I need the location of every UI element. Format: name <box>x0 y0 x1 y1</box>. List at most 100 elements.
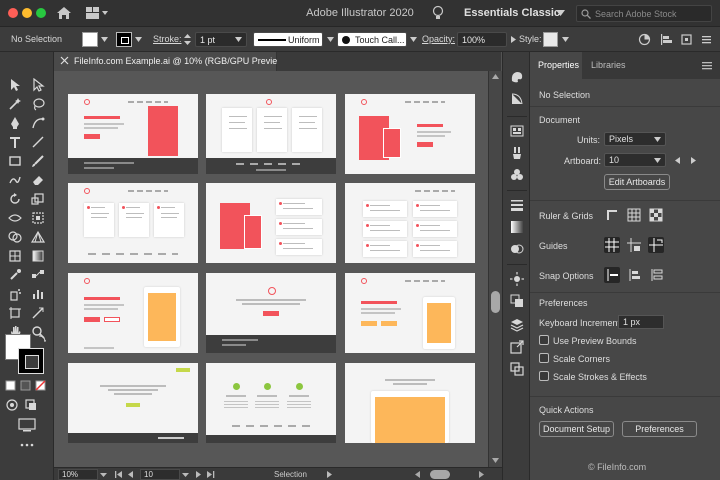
selection-tool-icon[interactable] <box>8 78 22 92</box>
brushes-panel-icon[interactable] <box>510 146 524 160</box>
width-tool-icon[interactable] <box>8 211 22 225</box>
export-icon[interactable] <box>510 340 524 354</box>
chevron-down-icon[interactable] <box>556 9 565 17</box>
previous-artboard-icon[interactable] <box>126 470 135 479</box>
document-setup-button[interactable]: Document Setup <box>539 421 614 437</box>
eyedropper-tool-icon[interactable] <box>8 268 22 282</box>
close-icon[interactable] <box>60 56 69 65</box>
color-mode-icon[interactable] <box>5 380 16 391</box>
artboard-6[interactable] <box>345 183 475 263</box>
shape-builder-tool-icon[interactable] <box>8 230 22 244</box>
eraser-tool-icon[interactable] <box>31 173 45 187</box>
artboards-panel-icon[interactable] <box>510 362 524 376</box>
panel-menu-icon[interactable] <box>700 33 713 46</box>
shaper-tool-icon[interactable] <box>8 173 22 187</box>
units-dropdown[interactable]: Pixels <box>604 132 666 146</box>
gradient-tool-icon[interactable] <box>31 249 45 263</box>
stock-search-input[interactable] <box>595 7 709 20</box>
chevron-down-icon[interactable] <box>562 37 569 42</box>
symbols-panel-icon[interactable] <box>510 168 524 182</box>
scroll-down-icon[interactable] <box>491 457 500 464</box>
scale-strokes-effects-checkbox[interactable] <box>539 371 549 381</box>
lasso-tool-icon[interactable] <box>31 97 45 111</box>
smart-guides-icon[interactable] <box>648 237 664 253</box>
graphic-styles-icon[interactable] <box>510 294 524 308</box>
grid-icon[interactable] <box>626 207 642 223</box>
artboard-4[interactable] <box>68 183 198 263</box>
zoom-level-field[interactable]: 10% <box>58 469 98 480</box>
symbol-sprayer-tool-icon[interactable] <box>8 287 22 301</box>
snap-to-grid-icon[interactable] <box>648 267 664 283</box>
recolor-artwork-icon[interactable] <box>638 33 651 46</box>
artboard-2[interactable] <box>206 94 336 174</box>
edit-artboards-button[interactable]: Edit Artboards <box>604 174 670 190</box>
stroke-panel-icon[interactable] <box>510 198 524 212</box>
lock-guides-icon[interactable] <box>626 237 642 253</box>
gradient-panel-icon[interactable] <box>510 220 524 234</box>
artboard-dropdown[interactable]: 10 <box>604 153 666 167</box>
tab-libraries[interactable]: Libraries <box>591 60 626 70</box>
magic-wand-tool-icon[interactable] <box>8 97 22 111</box>
horizontal-scrollbar-thumb[interactable] <box>430 470 450 479</box>
appearance-panel-icon[interactable] <box>510 272 524 286</box>
scale-tool-icon[interactable] <box>31 192 45 206</box>
variable-width-profile[interactable]: Uniform <box>253 32 323 47</box>
chevron-right-icon[interactable] <box>326 470 333 479</box>
chevron-down-icon[interactable] <box>182 470 189 479</box>
screen-mode-icon[interactable] <box>17 418 37 432</box>
tab-properties[interactable]: Properties <box>538 60 579 70</box>
last-artboard-icon[interactable] <box>206 470 215 479</box>
lightbulb-icon[interactable] <box>432 5 444 21</box>
snap-to-pixel-icon[interactable] <box>626 267 642 283</box>
draw-normal-icon[interactable] <box>5 398 19 412</box>
scale-corners-checkbox[interactable] <box>539 353 549 363</box>
snap-to-point-icon[interactable] <box>604 267 620 283</box>
blend-tool-icon[interactable] <box>31 268 45 282</box>
chevron-down-icon[interactable] <box>327 37 334 42</box>
chevron-down-icon[interactable] <box>101 37 108 42</box>
chevron-down-icon[interactable] <box>135 37 142 42</box>
free-transform-tool-icon[interactable] <box>31 211 45 225</box>
chevron-down-icon[interactable] <box>100 470 107 479</box>
artboard-7[interactable] <box>68 273 198 353</box>
stock-search-box[interactable] <box>576 5 712 22</box>
artboard-8[interactable] <box>206 273 336 353</box>
transform-icon[interactable] <box>680 33 693 46</box>
edit-toolbar-icon[interactable] <box>20 442 34 448</box>
artboard-12[interactable] <box>345 363 475 443</box>
first-artboard-icon[interactable] <box>114 470 123 479</box>
paintbrush-tool-icon[interactable] <box>31 154 45 168</box>
rotate-tool-icon[interactable] <box>8 192 22 206</box>
transparency-grid-icon[interactable] <box>648 207 664 223</box>
type-tool-icon[interactable] <box>8 135 22 149</box>
next-artboard-icon[interactable] <box>194 470 203 479</box>
artboard-number-field[interactable]: 10 <box>140 469 180 480</box>
color-guide-icon[interactable] <box>510 92 524 106</box>
artboard-canvas[interactable] <box>54 71 488 467</box>
swatches-panel-icon[interactable] <box>510 124 524 138</box>
scrollbar-thumb[interactable] <box>491 291 500 313</box>
perspective-grid-tool-icon[interactable] <box>31 230 45 244</box>
mesh-tool-icon[interactable] <box>8 249 22 263</box>
next-artboard-icon[interactable] <box>690 157 696 164</box>
column-graph-tool-icon[interactable] <box>31 287 45 301</box>
chevron-right-icon[interactable] <box>509 33 518 46</box>
direct-selection-tool-icon[interactable] <box>31 78 45 92</box>
scroll-right-icon[interactable] <box>478 470 485 479</box>
canvas-vertical-scrollbar[interactable] <box>488 71 502 467</box>
stroke-color-big-swatch[interactable] <box>18 348 44 374</box>
keyboard-increment-field[interactable]: 1 px <box>618 315 664 329</box>
artboard-5[interactable] <box>206 183 336 263</box>
color-panel-icon[interactable] <box>510 70 524 84</box>
scroll-up-icon[interactable] <box>491 73 500 80</box>
graphic-style-swatch[interactable] <box>543 32 558 47</box>
use-preview-bounds-checkbox[interactable] <box>539 335 549 345</box>
draw-behind-icon[interactable] <box>24 398 38 412</box>
artboard-11[interactable] <box>206 363 336 443</box>
line-segment-tool-icon[interactable] <box>31 135 45 149</box>
chevron-down-icon[interactable] <box>410 37 417 42</box>
show-guides-icon[interactable] <box>604 237 620 253</box>
panel-menu-icon[interactable] <box>702 62 712 70</box>
previous-artboard-icon[interactable] <box>675 157 681 164</box>
stroke-label[interactable]: Stroke: <box>153 34 182 44</box>
